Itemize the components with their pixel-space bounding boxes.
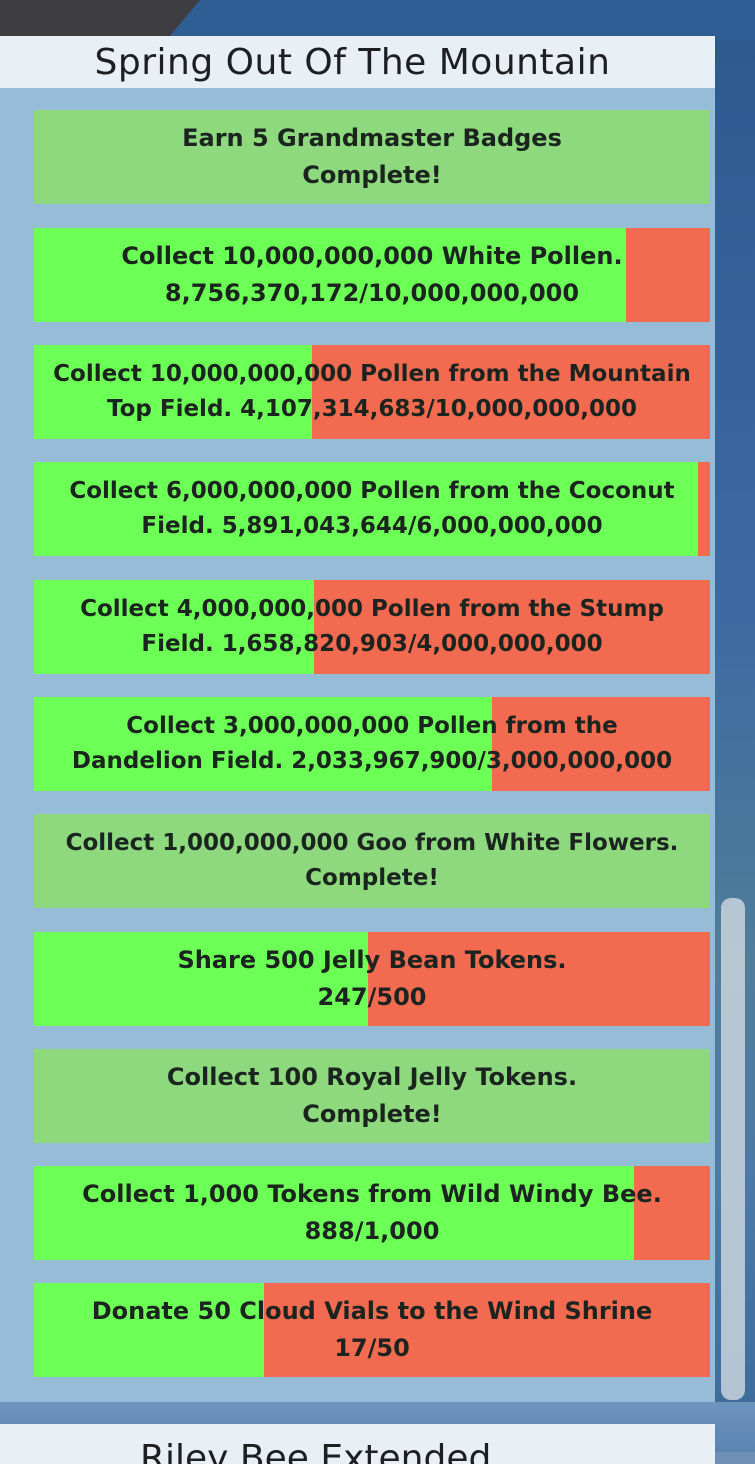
task-row: Collect 10,000,000,000 Pollen from the M… <box>34 345 710 439</box>
task-text: Collect 1,000 Tokens from Wild Windy Bee… <box>34 1166 710 1260</box>
task-progress-text: Field. 5,891,043,644/6,000,000,000 <box>141 513 603 539</box>
task-description: Collect 1,000 Tokens from Wild Windy Bee… <box>82 1180 662 1208</box>
task-text: Collect 100 Royal Jelly Tokens. Complete! <box>34 1049 710 1143</box>
quest-title: Spring Out Of The Mountain <box>94 41 611 83</box>
task-text: Collect 10,000,000,000 Pollen from the M… <box>34 345 710 439</box>
task-progress-text: 247/500 <box>317 983 427 1011</box>
task-row: Collect 10,000,000,000 White Pollen. 8,75… <box>34 228 710 322</box>
task-row: Share 500 Jelly Bean Tokens. 247/500 <box>34 932 710 1026</box>
task-status: Complete! <box>305 865 439 891</box>
task-description: Earn 5 Grandmaster Badges <box>182 124 562 152</box>
quest-header: Spring Out Of The Mountain <box>0 36 715 88</box>
task-progress-text: Dandelion Field. 2,033,967,900/3,000,000… <box>71 748 673 774</box>
task-progress-text: Field. 1,658,820,903/4,000,000,000 <box>141 631 603 657</box>
task-text: Earn 5 Grandmaster Badges Complete! <box>34 110 710 204</box>
task-description: Donate 50 Cloud Vials to the Wind Shrine <box>91 1297 653 1325</box>
task-row: Collect 4,000,000,000 Pollen from the St… <box>34 580 710 674</box>
task-description: Collect 10,000,000,000 Pollen from the M… <box>53 361 691 387</box>
task-row: Collect 100 Royal Jelly Tokens. Complete! <box>34 1049 710 1143</box>
task-row: Collect 6,000,000,000 Pollen from the Co… <box>34 462 710 556</box>
task-text: Collect 4,000,000,000 Pollen from the St… <box>34 580 710 674</box>
task-status: Complete! <box>302 1100 442 1128</box>
task-description: Collect 6,000,000,000 Pollen from the Co… <box>69 478 675 504</box>
task-text: Collect 6,000,000,000 Pollen from the Co… <box>34 462 710 556</box>
task-row: Collect 1,000 Tokens from Wild Windy Bee… <box>34 1166 710 1260</box>
task-description: Collect 100 Royal Jelly Tokens. <box>166 1063 578 1091</box>
task-description: Collect 4,000,000,000 Pollen from the St… <box>80 596 664 622</box>
task-progress-text: 888/1,000 <box>304 1217 440 1245</box>
task-description: Share 500 Jelly Bean Tokens. <box>177 946 567 974</box>
task-progress-text: 17/50 <box>334 1334 410 1362</box>
task-row: Donate 50 Cloud Vials to the Wind Shrine… <box>34 1283 710 1377</box>
scrollbar-thumb[interactable] <box>721 898 745 1400</box>
task-row: Collect 3,000,000,000 Pollen from the Dan… <box>34 697 710 791</box>
task-progress-text: Top Field. 4,107,314,683/10,000,000,000 <box>106 396 638 422</box>
task-progress-text: 8,756,370,172/10,000,000,000 <box>164 279 580 307</box>
task-status: Complete! <box>302 161 442 189</box>
next-quest-header: Riley Bee Extended <box>0 1424 715 1464</box>
task-description: Collect 1,000,000,000 Goo from White Flo… <box>65 830 679 856</box>
task-text: Collect 3,000,000,000 Pollen from the Dan… <box>34 697 710 791</box>
task-description: Collect 3,000,000,000 Pollen from the <box>126 713 618 739</box>
task-text: Collect 1,000,000,000 Goo from White Flo… <box>34 814 710 908</box>
task-row: Earn 5 Grandmaster Badges Complete! <box>34 110 710 204</box>
task-row: Collect 1,000,000,000 Goo from White Flo… <box>34 814 710 908</box>
task-description: Collect 10,000,000,000 White Pollen. <box>121 242 623 270</box>
next-quest-title: Riley Bee Extended <box>140 1438 492 1464</box>
quest-panel: Spring Out Of The Mountain Earn 5 Grandm… <box>0 36 715 1402</box>
task-text: Share 500 Jelly Bean Tokens. 247/500 <box>34 932 710 1026</box>
task-text: Donate 50 Cloud Vials to the Wind Shrine… <box>34 1283 710 1377</box>
task-text: Collect 10,000,000,000 White Pollen. 8,75… <box>34 228 710 322</box>
